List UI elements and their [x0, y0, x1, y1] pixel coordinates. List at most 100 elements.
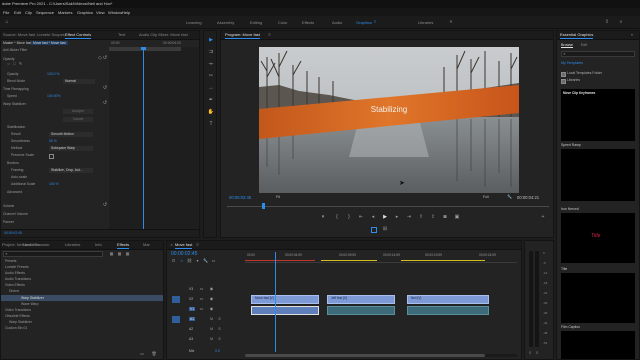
- type-tool-icon[interactable]: T: [207, 121, 215, 127]
- share-icon[interactable]: ⇪: [604, 19, 610, 25]
- track-header-v1[interactable]: V1 ▭ ◉: [167, 305, 245, 315]
- ec-row-panner[interactable]: Panner: [3, 220, 14, 225]
- speed-value[interactable]: 100.00%: [47, 94, 60, 99]
- my-templates-link[interactable]: My Templates: [561, 61, 583, 65]
- template-thumb-speed-ramp[interactable]: [561, 149, 635, 201]
- effects-item-distort[interactable]: Distort: [9, 289, 19, 294]
- ec-row-time-remapping[interactable]: Time Remapping: [3, 87, 29, 92]
- menu-sequence[interactable]: Sequence: [36, 10, 54, 15]
- reset-icon[interactable]: ↺: [102, 100, 108, 106]
- search-icon[interactable]: ⌕: [618, 19, 624, 25]
- timeline-tracks-area[interactable]: Move fast [V] Jeff fest [V] Neil [V]: [245, 252, 517, 353]
- source-patch-v[interactable]: [172, 296, 180, 303]
- play-icon[interactable]: ▶: [381, 214, 389, 220]
- mark-out-icon[interactable]: }: [345, 214, 353, 220]
- menu-help[interactable]: Help: [122, 10, 130, 15]
- workspace-color[interactable]: Color: [278, 20, 288, 25]
- track-header-master[interactable]: Mix 0.0: [167, 349, 245, 356]
- reset-icon[interactable]: ↺: [102, 55, 108, 61]
- delete-icon[interactable]: 🗑: [151, 351, 157, 357]
- effects-item-warp-stabilizer-selected[interactable]: Warp Stabilizer: [1, 295, 163, 301]
- reset-icon[interactable]: ↺: [102, 202, 108, 208]
- menu-edit[interactable]: Edit: [14, 10, 21, 15]
- opacity-mask-pen-icon[interactable]: ✎: [18, 61, 23, 67]
- vr-toggle[interactable]: [371, 227, 377, 233]
- tab-libraries[interactable]: Libraries: [65, 242, 80, 248]
- opacity-mask-rect-icon[interactable]: □: [12, 61, 17, 67]
- effects-search-input[interactable]: [3, 251, 103, 257]
- toggle-track-output-icon[interactable]: ◉: [209, 306, 214, 312]
- solo-icon[interactable]: S: [217, 326, 222, 332]
- search-input[interactable]: [561, 51, 635, 57]
- wrench-icon[interactable]: 🔧: [507, 194, 512, 200]
- slip-tool-icon[interactable]: ↔: [207, 85, 215, 91]
- opacity-value[interactable]: 100.0 %: [47, 72, 59, 77]
- track-header-a3[interactable]: A3 M S: [167, 335, 245, 345]
- menu-window[interactable]: Window: [108, 10, 122, 15]
- ec-row-borders[interactable]: Borders: [7, 161, 19, 166]
- v1-clip[interactable]: Neil [V]: [407, 295, 489, 304]
- additional-scale-value[interactable]: 100 %: [49, 182, 59, 187]
- tab-lumetri-scopes[interactable]: Lumetri Scopes: [37, 32, 65, 38]
- tab-audio-clip-mixer[interactable]: Audio Clip Mixer: Move fast: [139, 32, 188, 38]
- preserve-scale-checkbox[interactable]: [49, 154, 54, 159]
- ec-row-volume[interactable]: Volume: [3, 204, 14, 209]
- ec-row-channel-volume[interactable]: Channel Volume: [3, 212, 28, 217]
- yuv-effects-icon[interactable]: ▦: [125, 251, 130, 257]
- tab-media-browser[interactable]: Media Browser: [23, 242, 50, 248]
- effects-item-video-effects[interactable]: Video Effects: [5, 283, 25, 288]
- tab-effect-controls[interactable]: Effect Controls: [65, 32, 92, 39]
- tab-effects[interactable]: Effects: [117, 242, 130, 249]
- source-patch-a[interactable]: [172, 316, 180, 323]
- libraries-checkbox[interactable]: [561, 79, 566, 84]
- workspaces-overflow-icon[interactable]: »: [448, 19, 454, 25]
- close-icon[interactable]: ×: [169, 242, 174, 248]
- ec-playhead-marker[interactable]: [141, 47, 146, 50]
- workspace-learning[interactable]: Learning: [186, 20, 202, 25]
- go-to-in-icon[interactable]: ⇤: [357, 214, 365, 220]
- timeline-hscroll[interactable]: [245, 354, 517, 357]
- workspace-editing[interactable]: Editing: [250, 20, 262, 25]
- fit-select[interactable]: Fit: [276, 195, 280, 199]
- export-frame-icon[interactable]: ◙: [441, 214, 449, 220]
- blend-mode-select[interactable]: Normal: [63, 79, 95, 84]
- ec-row-warp-stabilizer[interactable]: Warp Stabilizer: [3, 102, 26, 107]
- a1-clip[interactable]: [327, 306, 395, 315]
- button-editor-plus-icon[interactable]: +: [539, 214, 547, 220]
- toggle-sync-lock-icon[interactable]: ▭: [199, 306, 204, 312]
- home-icon[interactable]: ⌂: [4, 19, 10, 25]
- tab-text[interactable]: Text: [118, 32, 125, 38]
- mark-in-icon[interactable]: {: [333, 214, 341, 220]
- tab-source[interactable]: Source: Move fast: [3, 32, 35, 38]
- v1-clip[interactable]: Jeff fest [V]: [327, 295, 395, 304]
- timeline-ruler[interactable]: 00:00 00:00:04:59 00:00:09:59 00:00:14:5…: [245, 252, 517, 263]
- track-header-a2[interactable]: A2 M S: [167, 325, 245, 335]
- lift-icon[interactable]: ⇧: [417, 214, 425, 220]
- workspace-assembly[interactable]: Assembly: [217, 20, 234, 25]
- a1-clip[interactable]: [407, 306, 489, 315]
- mute-icon[interactable]: M: [209, 336, 214, 342]
- solo-icon[interactable]: S: [217, 316, 222, 322]
- program-timecode[interactable]: 00:00:02:45: [229, 195, 251, 200]
- step-forward-icon[interactable]: ▸: [393, 214, 401, 220]
- toggle-track-output-icon[interactable]: ◉: [209, 286, 214, 292]
- track-header-v2[interactable]: V2 ▭ ◉: [167, 295, 245, 305]
- meter-solo-left[interactable]: S: [529, 351, 531, 355]
- track-header-v3[interactable]: V3 ▭ ◉: [167, 285, 245, 295]
- effects-item-custom-bin[interactable]: Custom Bin 01: [5, 326, 27, 331]
- effects-item-presets[interactable]: Presets: [5, 259, 17, 264]
- menu-markers[interactable]: Markers: [58, 10, 72, 15]
- extract-icon[interactable]: ⇪: [429, 214, 437, 220]
- effects-item-obsolete-effects[interactable]: Obsolete Effects: [5, 314, 30, 319]
- method-select[interactable]: Subspace Warp: [49, 146, 93, 151]
- workspace-graphics-menu-icon[interactable]: ≡: [374, 19, 376, 24]
- tab-edit[interactable]: Edit: [581, 43, 587, 47]
- selection-tool-icon[interactable]: ▶: [207, 37, 215, 43]
- tab-essential-graphics[interactable]: Essential Graphics: [560, 32, 594, 39]
- solo-icon[interactable]: S: [217, 336, 222, 342]
- tab-markers[interactable]: Mar: [143, 242, 150, 248]
- mute-icon[interactable]: M: [209, 316, 214, 322]
- program-scrub-bar[interactable]: [227, 203, 549, 209]
- effects-item-audio-transitions[interactable]: Audio Transitions: [5, 277, 31, 282]
- timeline-hscroll-thumb[interactable]: [245, 354, 485, 357]
